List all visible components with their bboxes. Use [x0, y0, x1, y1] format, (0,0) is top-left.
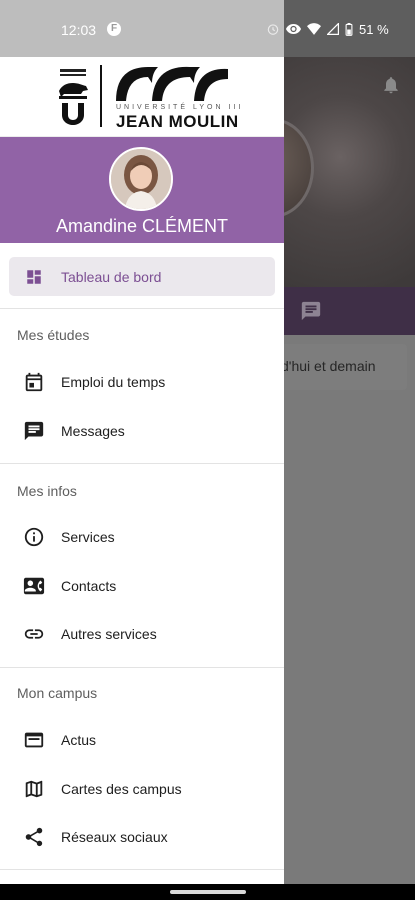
drawer-item-contacts[interactable]: Contacts — [0, 564, 284, 608]
section-title-mes-etudes: Mes études — [17, 327, 90, 343]
logo-title: JEAN MOULIN — [116, 112, 239, 131]
drawer-item-reseaux-sociaux[interactable]: Réseaux sociaux — [0, 815, 284, 859]
status-time: 12:03 — [61, 22, 97, 38]
contact-card-icon — [23, 575, 45, 597]
logo-subtitle: UNIVERSITÉ LYON III — [116, 104, 244, 111]
divider — [0, 308, 284, 309]
drawer-item-services[interactable]: Services — [0, 515, 284, 559]
menu-label: Contacts — [61, 578, 117, 594]
background-card-text: d'hui et demain — [281, 358, 376, 374]
drawer-item-emploi-du-temps[interactable]: Emploi du temps — [0, 360, 284, 404]
battery-icon — [345, 22, 353, 36]
message-icon — [23, 420, 45, 442]
battery-level: 51 % — [359, 21, 389, 37]
alarm-icon — [267, 24, 279, 35]
wifi-icon — [307, 23, 321, 35]
drawer-item-dashboard[interactable]: Tableau de bord — [9, 257, 275, 296]
menu-label: Emploi du temps — [61, 374, 166, 390]
menu-label: Cartes des campus — [61, 781, 182, 797]
divider — [0, 869, 284, 870]
menu-label: Autres services — [61, 626, 157, 642]
eye-icon — [286, 24, 301, 34]
news-icon — [23, 729, 45, 751]
lyon-university-emblem-icon — [59, 69, 88, 125]
navigation-drawer: UNIVERSITÉ LYON III JEAN MOULIN Amandine… — [0, 57, 284, 884]
avatar[interactable] — [109, 147, 173, 211]
dashboard-icon — [27, 269, 41, 284]
signal-icon — [327, 23, 339, 35]
logo-separator — [100, 65, 102, 127]
university-logo: UNIVERSITÉ LYON III JEAN MOULIN — [0, 57, 284, 137]
calendar-icon — [23, 371, 45, 393]
menu-label: Actus — [61, 732, 97, 748]
divider — [0, 463, 284, 464]
profile-photo-icon — [111, 149, 171, 209]
share-icon — [23, 826, 45, 848]
drawer-item-messages[interactable]: Messages — [0, 409, 284, 453]
drawer-item-cartes-des-campus[interactable]: Cartes des campus — [0, 767, 284, 811]
section-title-mon-campus: Mon campus — [17, 685, 98, 701]
menu-label: Messages — [61, 423, 125, 439]
message-tab-icon[interactable] — [300, 300, 322, 322]
drawer-item-actus[interactable]: Actus — [0, 718, 284, 762]
status-icons: 51 % — [266, 20, 389, 38]
menu-label: Services — [61, 529, 115, 545]
profile-header: Amandine CLÉMENT — [0, 137, 284, 243]
menu-label: Réseaux sociaux — [61, 829, 168, 845]
bell-icon[interactable] — [381, 74, 401, 96]
info-icon — [23, 526, 45, 548]
status-bar-drawer-area — [0, 0, 284, 57]
gesture-handle[interactable] — [170, 890, 246, 894]
map-icon — [23, 778, 45, 800]
notification-badge: F — [107, 22, 121, 36]
jean-moulin-arches-icon — [116, 66, 228, 101]
drawer-item-autres-services[interactable]: Autres services — [0, 612, 284, 656]
section-title-mes-infos: Mes infos — [17, 483, 77, 499]
profile-name: Amandine CLÉMENT — [55, 216, 229, 236]
dashboard-label: Tableau de bord — [61, 268, 162, 285]
link-icon — [23, 623, 45, 645]
divider — [0, 667, 284, 668]
status-bar: 12:03 F 51 % — [0, 0, 415, 57]
